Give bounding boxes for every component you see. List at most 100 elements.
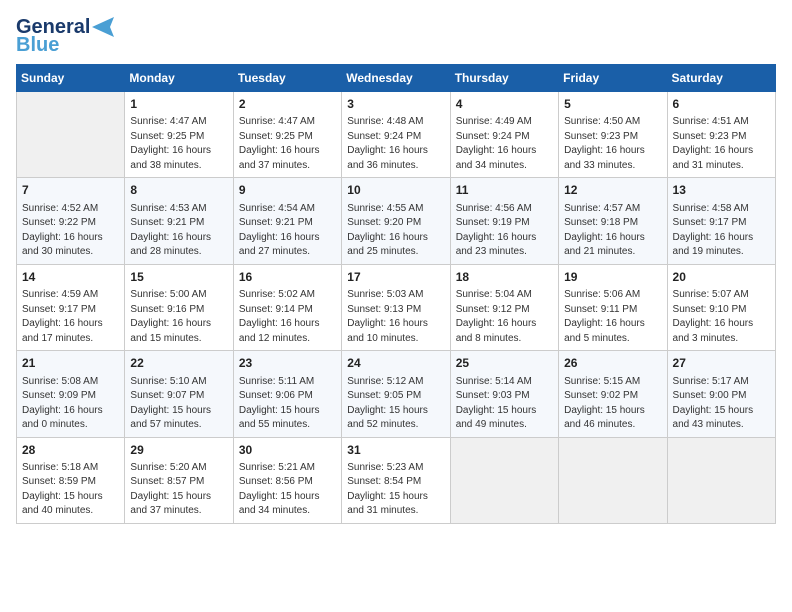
cell-info: Sunrise: 5:04 AMSunset: 9:12 PMDaylight:… — [456, 288, 553, 346]
day-number: 18 — [456, 269, 553, 286]
calendar-cell: 8Sunrise: 4:53 AMSunset: 9:21 PMDaylight… — [125, 178, 233, 264]
day-header-sunday: Sunday — [17, 65, 125, 92]
calendar-cell: 11 Sunrise: 4:56 AMSunset: 9:19 PMDayligh… — [450, 178, 558, 264]
day-number: 11 — [456, 182, 553, 199]
calendar-cell: 25 Sunrise: 5:14 AMSunset: 9:03 PMDayligh… — [450, 351, 558, 437]
calendar-cell: 31 Sunrise: 5:23 AMSunset: 8:54 PMDayligh… — [342, 437, 450, 523]
cell-info: Sunrise: 4:48 AMSunset: 9:24 PMDaylight:… — [347, 115, 444, 173]
day-number: 24 — [347, 355, 444, 372]
calendar-cell: 3 Sunrise: 4:48 AMSunset: 9:24 PMDaylight… — [342, 92, 450, 178]
day-number: 21 — [22, 355, 119, 372]
calendar-week-row: 28Sunrise: 5:18 AMSunset: 8:59 PMDayligh… — [17, 437, 776, 523]
calendar-cell: 15 Sunrise: 5:00 AMSunset: 9:16 PMDayligh… — [125, 264, 233, 350]
cell-info: Sunrise: 4:57 AMSunset: 9:18 PMDaylight:… — [564, 202, 661, 260]
calendar-cell: 21 Sunrise: 5:08 AMSunset: 9:09 PMDayligh… — [17, 351, 125, 437]
day-number: 8 — [130, 182, 227, 199]
calendar-cell: 20Sunrise: 5:07 AMSunset: 9:10 PMDayligh… — [667, 264, 775, 350]
calendar-cell: 27 Sunrise: 5:17 AMSunset: 9:00 PMDayligh… — [667, 351, 775, 437]
cell-info: Sunrise: 4:50 AMSunset: 9:23 PMDaylight:… — [564, 115, 661, 173]
day-number: 10 — [347, 182, 444, 199]
cell-info: Sunrise: 4:51 AMSunset: 9:23 PMDaylight:… — [673, 115, 770, 173]
calendar-cell: 28Sunrise: 5:18 AMSunset: 8:59 PMDayligh… — [17, 437, 125, 523]
day-header-monday: Monday — [125, 65, 233, 92]
day-number: 16 — [239, 269, 336, 286]
cell-info: Sunrise: 5:11 AMSunset: 9:06 PMDaylight:… — [239, 375, 336, 433]
day-number: 22 — [130, 355, 227, 372]
calendar-week-row: 21 Sunrise: 5:08 AMSunset: 9:09 PMDayligh… — [17, 351, 776, 437]
cell-info: Sunrise: 5:06 AMSunset: 9:11 PMDaylight:… — [564, 288, 661, 346]
day-number: 14 — [22, 269, 119, 286]
cell-info: Sunrise: 4:47 AMSunset: 9:25 PMDaylight:… — [239, 115, 336, 173]
calendar-cell: 9 Sunrise: 4:54 AMSunset: 9:21 PMDaylight… — [233, 178, 341, 264]
cell-info: Sunrise: 4:59 AMSunset: 9:17 PMDaylight:… — [22, 288, 119, 346]
cell-info: Sunrise: 5:21 AMSunset: 8:56 PMDaylight:… — [239, 461, 336, 519]
calendar-cell: 7 Sunrise: 4:52 AMSunset: 9:22 PMDaylight… — [17, 178, 125, 264]
day-number: 27 — [673, 355, 770, 372]
day-number: 5 — [564, 96, 661, 113]
day-header-tuesday: Tuesday — [233, 65, 341, 92]
calendar-cell: 26 Sunrise: 5:15 AMSunset: 9:02 PMDayligh… — [559, 351, 667, 437]
calendar-cell: 24 Sunrise: 5:12 AMSunset: 9:05 PMDayligh… — [342, 351, 450, 437]
day-number: 23 — [239, 355, 336, 372]
calendar-cell: 23 Sunrise: 5:11 AMSunset: 9:06 PMDayligh… — [233, 351, 341, 437]
cell-info: Sunrise: 5:18 AMSunset: 8:59 PMDaylight:… — [22, 461, 119, 519]
cell-info: Sunrise: 4:52 AMSunset: 9:22 PMDaylight:… — [22, 202, 119, 260]
day-number: 3 — [347, 96, 444, 113]
calendar-body: 1 Sunrise: 4:47 AMSunset: 9:25 PMDaylight… — [17, 92, 776, 524]
day-number: 12 — [564, 182, 661, 199]
day-number: 9 — [239, 182, 336, 199]
day-number: 25 — [456, 355, 553, 372]
logo-bird-icon — [92, 17, 114, 37]
cell-info: Sunrise: 5:07 AMSunset: 9:10 PMDaylight:… — [673, 288, 770, 346]
day-number: 26 — [564, 355, 661, 372]
cell-info: Sunrise: 5:23 AMSunset: 8:54 PMDaylight:… — [347, 461, 444, 519]
day-number: 19 — [564, 269, 661, 286]
day-number: 30 — [239, 442, 336, 459]
calendar-week-row: 7 Sunrise: 4:52 AMSunset: 9:22 PMDaylight… — [17, 178, 776, 264]
cell-info: Sunrise: 4:49 AMSunset: 9:24 PMDaylight:… — [456, 115, 553, 173]
calendar-cell: 5 Sunrise: 4:50 AMSunset: 9:23 PMDaylight… — [559, 92, 667, 178]
cell-info: Sunrise: 5:08 AMSunset: 9:09 PMDaylight:… — [22, 375, 119, 433]
calendar-week-row: 1 Sunrise: 4:47 AMSunset: 9:25 PMDaylight… — [17, 92, 776, 178]
logo-text-block: General Blue — [16, 16, 114, 56]
calendar-cell: 14 Sunrise: 4:59 AMSunset: 9:17 PMDayligh… — [17, 264, 125, 350]
calendar-cell — [17, 92, 125, 178]
day-number: 31 — [347, 442, 444, 459]
day-number: 7 — [22, 182, 119, 199]
calendar-cell: 4 Sunrise: 4:49 AMSunset: 9:24 PMDaylight… — [450, 92, 558, 178]
calendar-cell: 19 Sunrise: 5:06 AMSunset: 9:11 PMDayligh… — [559, 264, 667, 350]
cell-info: Sunrise: 5:17 AMSunset: 9:00 PMDaylight:… — [673, 375, 770, 433]
calendar-cell: 16 Sunrise: 5:02 AMSunset: 9:14 PMDayligh… — [233, 264, 341, 350]
calendar-cell: 13Sunrise: 4:58 AMSunset: 9:17 PMDayligh… — [667, 178, 775, 264]
cell-info: Sunrise: 5:12 AMSunset: 9:05 PMDaylight:… — [347, 375, 444, 433]
cell-info: Sunrise: 5:10 AMSunset: 9:07 PMDaylight:… — [130, 375, 227, 433]
cell-info: Sunrise: 4:55 AMSunset: 9:20 PMDaylight:… — [347, 202, 444, 260]
day-header-thursday: Thursday — [450, 65, 558, 92]
calendar-cell: 29 Sunrise: 5:20 AMSunset: 8:57 PMDayligh… — [125, 437, 233, 523]
cell-info: Sunrise: 4:54 AMSunset: 9:21 PMDaylight:… — [239, 202, 336, 260]
day-number: 29 — [130, 442, 227, 459]
calendar-cell: 17 Sunrise: 5:03 AMSunset: 9:13 PMDayligh… — [342, 264, 450, 350]
cell-info: Sunrise: 5:03 AMSunset: 9:13 PMDaylight:… — [347, 288, 444, 346]
page-header: General Blue — [16, 16, 776, 56]
calendar-cell — [667, 437, 775, 523]
cell-info: Sunrise: 5:20 AMSunset: 8:57 PMDaylight:… — [130, 461, 227, 519]
logo: General Blue — [16, 16, 114, 56]
day-number: 4 — [456, 96, 553, 113]
day-number: 15 — [130, 269, 227, 286]
calendar-cell: 1Sunrise: 4:47 AMSunset: 9:25 PMDaylight… — [125, 92, 233, 178]
calendar-cell: 2Sunrise: 4:47 AMSunset: 9:25 PMDaylight… — [233, 92, 341, 178]
calendar-cell — [450, 437, 558, 523]
cell-info: Sunrise: 5:14 AMSunset: 9:03 PMDaylight:… — [456, 375, 553, 433]
day-header-saturday: Saturday — [667, 65, 775, 92]
logo-blue: Blue — [16, 34, 59, 56]
day-number: 17 — [347, 269, 444, 286]
cell-info: Sunrise: 4:56 AMSunset: 9:19 PMDaylight:… — [456, 202, 553, 260]
day-number: 1 — [130, 96, 227, 113]
cell-info: Sunrise: 5:02 AMSunset: 9:14 PMDaylight:… — [239, 288, 336, 346]
cell-info: Sunrise: 5:15 AMSunset: 9:02 PMDaylight:… — [564, 375, 661, 433]
cell-info: Sunrise: 5:00 AMSunset: 9:16 PMDaylight:… — [130, 288, 227, 346]
day-number: 13 — [673, 182, 770, 199]
calendar-cell: 12 Sunrise: 4:57 AMSunset: 9:18 PMDayligh… — [559, 178, 667, 264]
calendar-cell: 10 Sunrise: 4:55 AMSunset: 9:20 PMDayligh… — [342, 178, 450, 264]
